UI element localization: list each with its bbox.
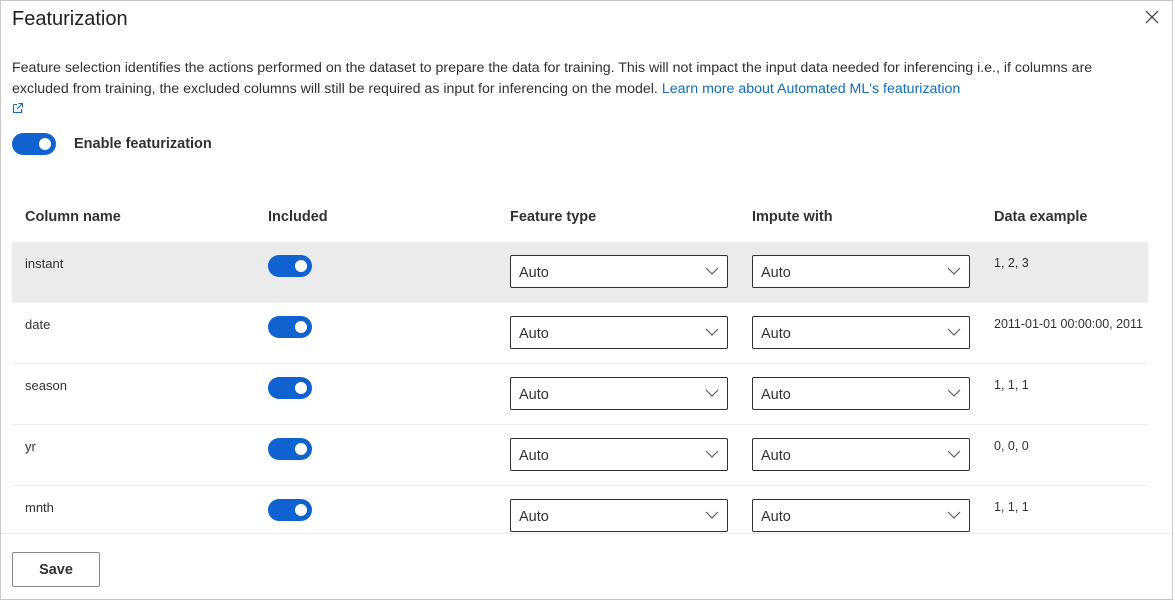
table-row[interactable]: mnth Auto Auto 1, 1, 1: [12, 486, 1148, 533]
feature-type-dropdown[interactable]: Auto: [510, 438, 728, 471]
included-cell: [268, 438, 312, 465]
description: Feature selection identifies the actions…: [12, 58, 1147, 114]
impute-with-dropdown[interactable]: Auto: [752, 438, 970, 471]
close-button[interactable]: [1142, 7, 1162, 27]
chevron-down-icon: [947, 511, 961, 519]
included-toggle[interactable]: [268, 255, 312, 277]
included-toggle[interactable]: [268, 377, 312, 399]
impute-with-dropdown[interactable]: Auto: [752, 316, 970, 349]
table-row[interactable]: date Auto Auto 2011-01-01 00:00:00, 2011: [12, 303, 1148, 364]
included-toggle[interactable]: [268, 438, 312, 460]
data-example-cell: 2011-01-01 00:00:00, 2011: [994, 317, 1143, 331]
chevron-down-icon: [705, 328, 719, 336]
impute-with-value: Auto: [761, 387, 791, 403]
table-row[interactable]: instant Auto Auto 1, 2, 3: [12, 242, 1148, 303]
toggle-knob: [39, 138, 51, 150]
data-example-cell: 1, 2, 3: [994, 256, 1029, 270]
impute-with-value: Auto: [761, 448, 791, 464]
column-name-cell: mnth: [25, 500, 54, 515]
header-included[interactable]: Included: [268, 209, 328, 225]
impute-with-dropdown[interactable]: Auto: [752, 499, 970, 532]
feature-type-dropdown[interactable]: Auto: [510, 499, 728, 532]
chevron-down-icon: [705, 267, 719, 275]
impute-with-dropdown[interactable]: Auto: [752, 377, 970, 410]
data-example-cell: 0, 0, 0: [994, 439, 1029, 453]
impute-with-value: Auto: [761, 265, 791, 281]
learn-more-link[interactable]: Learn more about Automated ML's featuriz…: [662, 81, 960, 97]
feature-type-value: Auto: [519, 387, 549, 403]
feature-type-value: Auto: [519, 265, 549, 281]
included-toggle[interactable]: [268, 499, 312, 521]
toggle-knob: [295, 260, 307, 272]
header-impute-with[interactable]: Impute with: [752, 209, 833, 225]
enable-featurization-toggle[interactable]: [12, 133, 56, 155]
toggle-knob: [295, 443, 307, 455]
toggle-knob: [295, 504, 307, 516]
chevron-down-icon: [947, 328, 961, 336]
feature-type-value: Auto: [519, 448, 549, 464]
chevron-down-icon: [705, 511, 719, 519]
impute-with-dropdown[interactable]: Auto: [752, 255, 970, 288]
table-header: Column name Included Feature type Impute…: [12, 209, 1148, 229]
close-icon: [1145, 10, 1159, 24]
external-link-icon[interactable]: [12, 102, 24, 114]
included-toggle[interactable]: [268, 316, 312, 338]
header-column-name[interactable]: Column name: [25, 209, 121, 225]
enable-featurization-row: Enable featurization: [12, 133, 212, 155]
data-example-cell: 1, 1, 1: [994, 500, 1029, 514]
included-cell: [268, 255, 312, 282]
table-body: instant Auto Auto 1, 2, 3 date Auto Auto…: [12, 242, 1148, 533]
enable-featurization-label: Enable featurization: [74, 136, 212, 152]
feature-type-dropdown[interactable]: Auto: [510, 377, 728, 410]
toggle-knob: [295, 382, 307, 394]
included-cell: [268, 499, 312, 526]
featurization-dialog: Featurization Feature selection identifi…: [0, 0, 1173, 600]
chevron-down-icon: [947, 389, 961, 397]
header-data-example[interactable]: Data example: [994, 209, 1088, 225]
data-example-cell: 1, 1, 1: [994, 378, 1029, 392]
header-feature-type[interactable]: Feature type: [510, 209, 596, 225]
chevron-down-icon: [947, 267, 961, 275]
impute-with-value: Auto: [761, 326, 791, 342]
chevron-down-icon: [947, 450, 961, 458]
feature-type-value: Auto: [519, 326, 549, 342]
impute-with-value: Auto: [761, 509, 791, 525]
included-cell: [268, 377, 312, 404]
column-name-cell: yr: [25, 439, 36, 454]
dialog-footer: Save: [1, 533, 1172, 599]
feature-type-dropdown[interactable]: Auto: [510, 255, 728, 288]
toggle-knob: [295, 321, 307, 333]
dialog-title: Featurization: [12, 8, 128, 30]
column-name-cell: date: [25, 317, 51, 332]
chevron-down-icon: [705, 450, 719, 458]
chevron-down-icon: [705, 389, 719, 397]
column-name-cell: season: [25, 378, 67, 393]
table-row[interactable]: yr Auto Auto 0, 0, 0: [12, 425, 1148, 486]
feature-type-dropdown[interactable]: Auto: [510, 316, 728, 349]
column-name-cell: instant: [25, 256, 64, 271]
included-cell: [268, 316, 312, 343]
feature-type-value: Auto: [519, 509, 549, 525]
save-button[interactable]: Save: [12, 552, 100, 587]
table-row[interactable]: season Auto Auto 1, 1, 1: [12, 364, 1148, 425]
